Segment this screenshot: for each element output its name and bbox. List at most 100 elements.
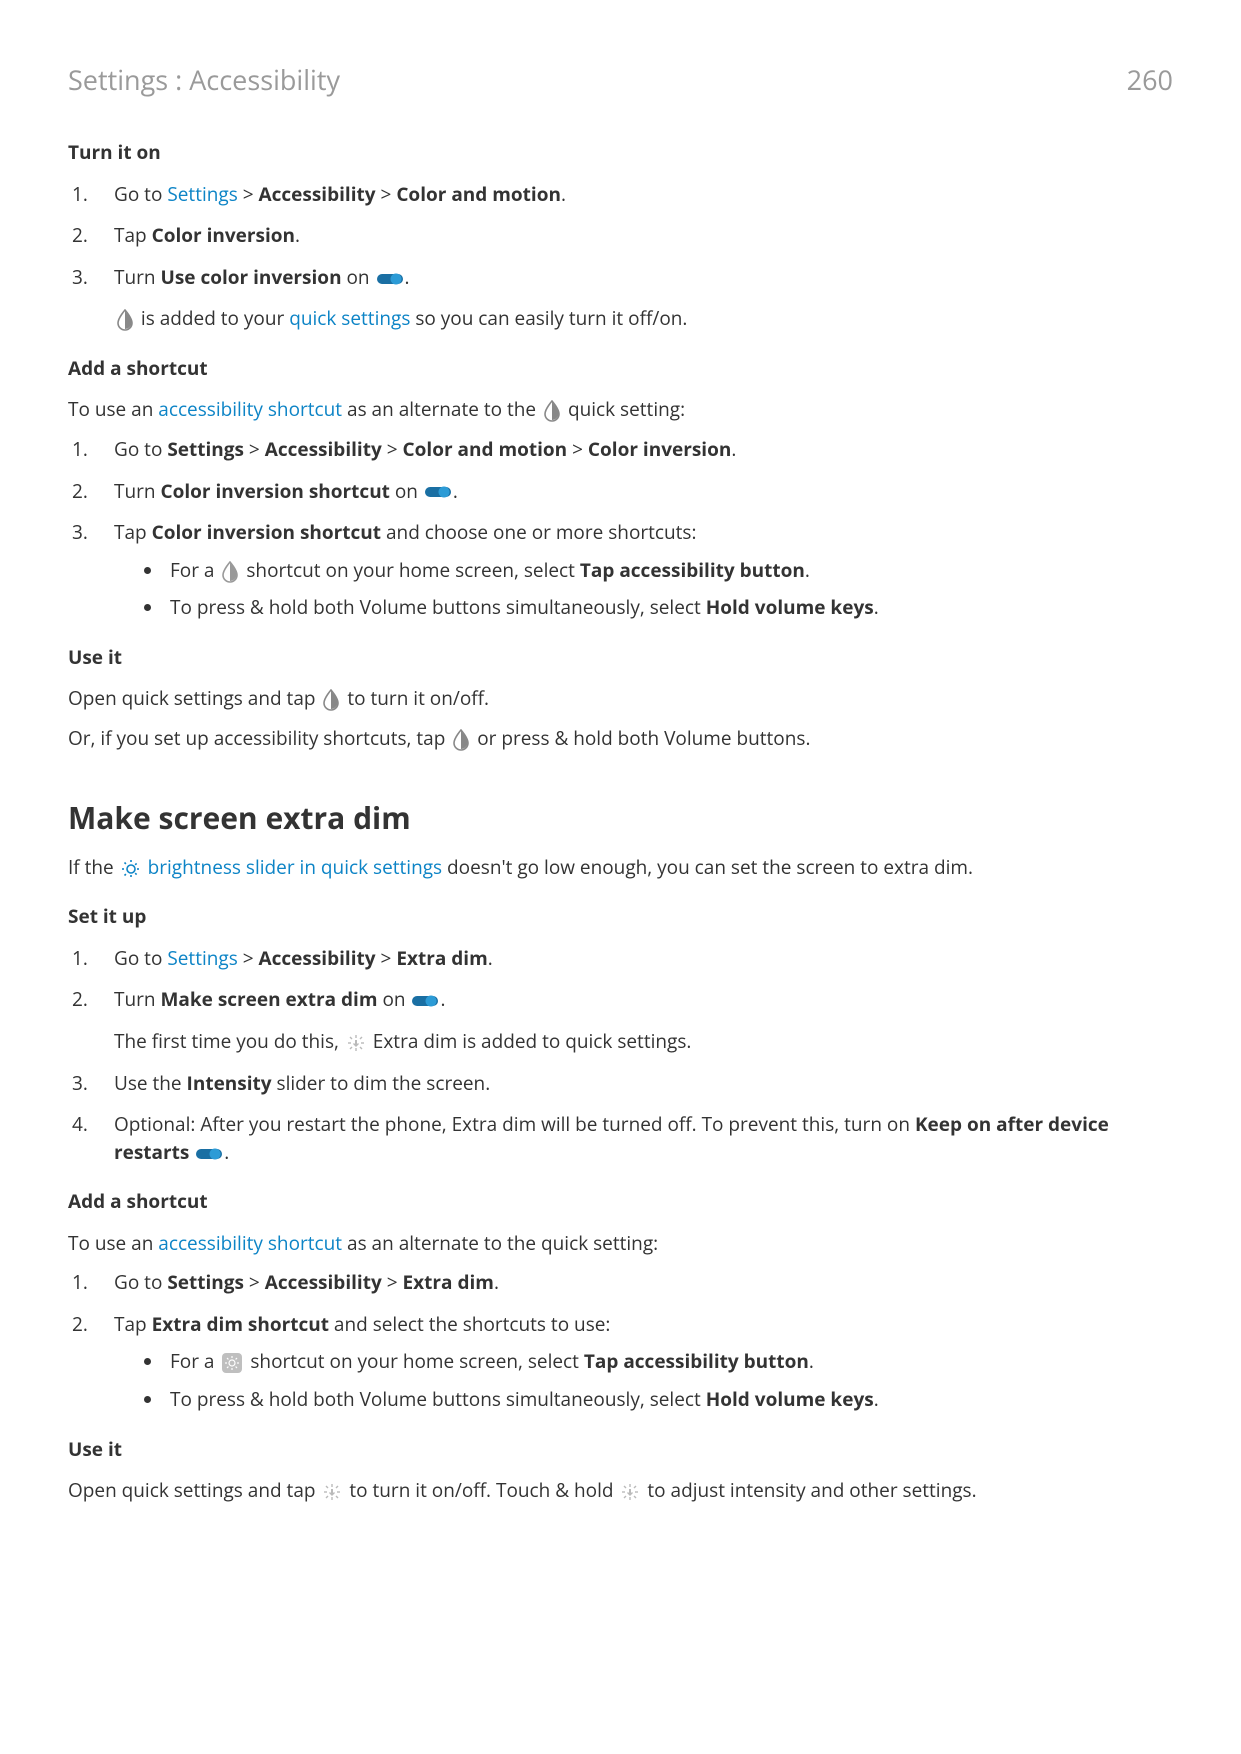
text: To press & hold both Volume buttons simu… [170, 1386, 706, 1412]
paragraph: To use an accessibility shortcut as an a… [68, 396, 1173, 424]
text: Go to [114, 436, 167, 462]
breadcrumb-title: Settings : Accessibility [68, 60, 340, 99]
paragraph: Or, if you set up accessibility shortcut… [68, 725, 1173, 753]
page-header: Settings : Accessibility 260 [68, 60, 1173, 99]
text: Turn [114, 986, 160, 1012]
text: . [453, 478, 458, 504]
text: so you can easily turn it off/on. [410, 305, 687, 331]
document-page: Settings : Accessibility 260 Turn it on … [0, 0, 1241, 1577]
text-bold: Extra dim [403, 1269, 494, 1295]
list-item: Optional: After you restart the phone, E… [68, 1111, 1173, 1166]
text: . [874, 1386, 879, 1412]
accessibility-shortcut-link[interactable]: accessibility shortcut [158, 396, 342, 422]
text-bold: Color inversion [588, 436, 731, 462]
text: Tap [114, 1311, 152, 1337]
text: shortcut on your home screen, select [245, 1348, 583, 1374]
text: > [376, 181, 397, 207]
text: Open quick settings and tap [68, 685, 320, 711]
paragraph: Open quick settings and tap to turn it o… [68, 685, 1173, 713]
text-bold: Settings [167, 436, 244, 462]
text: doesn't go low enough, you can set the s… [442, 854, 973, 880]
text: The first time you do this, [114, 1028, 344, 1054]
extra-dim-icon [620, 1482, 640, 1502]
quick-settings-link[interactable]: quick settings [289, 305, 410, 331]
text: . [488, 945, 493, 971]
list-item: For a shortcut on your home screen, sele… [164, 557, 1173, 585]
brightness-icon [121, 859, 141, 879]
shortcut-options: For a shortcut on your home screen, sele… [114, 557, 1173, 622]
text-bold: Color inversion shortcut [160, 478, 389, 504]
text-bold: Intensity [187, 1070, 272, 1096]
paragraph: To use an accessibility shortcut as an a… [68, 1230, 1173, 1258]
turn-it-on-steps: Go to Settings > Accessibility > Color a… [68, 181, 1173, 333]
text: For a [170, 1348, 219, 1374]
heading-turn-it-on: Turn it on [68, 139, 1173, 167]
heading-use-it-2: Use it [68, 1436, 1173, 1464]
text: Tap [114, 222, 152, 248]
text: or press & hold both Volume buttons. [472, 725, 810, 751]
list-item: Turn Make screen extra dim on . The firs… [68, 986, 1173, 1055]
list-item: To press & hold both Volume buttons simu… [164, 594, 1173, 622]
text: > [382, 436, 403, 462]
text: To use an [68, 1230, 158, 1256]
settings-link[interactable]: Settings [167, 945, 237, 971]
text-bold: Hold volume keys [706, 1386, 874, 1412]
set-it-up-steps: Go to Settings > Accessibility > Extra d… [68, 945, 1173, 1166]
text: . [224, 1139, 229, 1165]
list-item: Go to Settings > Accessibility > Extra d… [68, 945, 1173, 973]
text: . [731, 436, 736, 462]
text-bold: Use color inversion [160, 264, 341, 290]
text-bold: Make screen extra dim [160, 986, 377, 1012]
text: on [342, 264, 375, 290]
list-item: To press & hold both Volume buttons simu… [164, 1386, 1173, 1414]
text: on [390, 478, 423, 504]
toggle-on-icon [412, 994, 438, 1008]
list-item: Tap Extra dim shortcut and select the sh… [68, 1311, 1173, 1414]
extra-dim-button-icon [221, 1352, 243, 1374]
extra-dim-icon [322, 1482, 342, 1502]
text: Go to [114, 1269, 167, 1295]
color-inversion-icon [322, 689, 340, 711]
text: Turn [114, 478, 160, 504]
list-item: Go to Settings > Accessibility > Color a… [68, 181, 1173, 209]
text: To press & hold both Volume buttons simu… [170, 594, 706, 620]
text: > [376, 945, 397, 971]
list-item: Use the Intensity slider to dim the scre… [68, 1070, 1173, 1098]
list-item: Turn Use color inversion on . is added t… [68, 264, 1173, 333]
text: > [238, 181, 259, 207]
text: and choose one or more shortcuts: [381, 519, 696, 545]
text: Open quick settings and tap [68, 1477, 320, 1503]
text-bold: Color and motion [403, 436, 568, 462]
text: to turn it on/off. Touch & hold [344, 1477, 618, 1503]
text: To use an [68, 396, 158, 422]
extra-dim-icon [346, 1033, 366, 1053]
text: to adjust intensity and other settings. [642, 1477, 976, 1503]
text-bold: Accessibility [265, 1269, 382, 1295]
text: . [405, 264, 410, 290]
paragraph: If the brightness slider in quick settin… [68, 854, 1173, 882]
text-bold: Settings [167, 1269, 244, 1295]
text-bold: Color inversion shortcut [152, 519, 381, 545]
text: > [244, 436, 265, 462]
add-shortcut-2-steps: Go to Settings > Accessibility > Extra d… [68, 1269, 1173, 1413]
text-bold: Extra dim [396, 945, 487, 971]
accessibility-shortcut-link[interactable]: accessibility shortcut [158, 1230, 342, 1256]
heading-set-it-up: Set it up [68, 903, 1173, 931]
brightness-slider-link[interactable]: brightness slider in quick settings [148, 854, 443, 880]
text: . [809, 1348, 814, 1374]
text-bold: Extra dim shortcut [152, 1311, 329, 1337]
text [189, 1139, 194, 1165]
text: Turn [114, 264, 160, 290]
settings-link[interactable]: Settings [167, 181, 237, 207]
text: Extra dim is added to quick settings. [368, 1028, 692, 1054]
text-bold: Tap accessibility button [580, 557, 805, 583]
text: Or, if you set up accessibility shortcut… [68, 725, 450, 751]
text: . [494, 1269, 499, 1295]
heading-add-shortcut: Add a shortcut [68, 355, 1173, 383]
list-item: Go to Settings > Accessibility > Color a… [68, 436, 1173, 464]
text: is added to your [136, 305, 289, 331]
text: > [244, 1269, 265, 1295]
add-shortcut-steps: Go to Settings > Accessibility > Color a… [68, 436, 1173, 622]
paragraph: Open quick settings and tap to turn it o… [68, 1477, 1173, 1505]
text: Go to [114, 181, 167, 207]
